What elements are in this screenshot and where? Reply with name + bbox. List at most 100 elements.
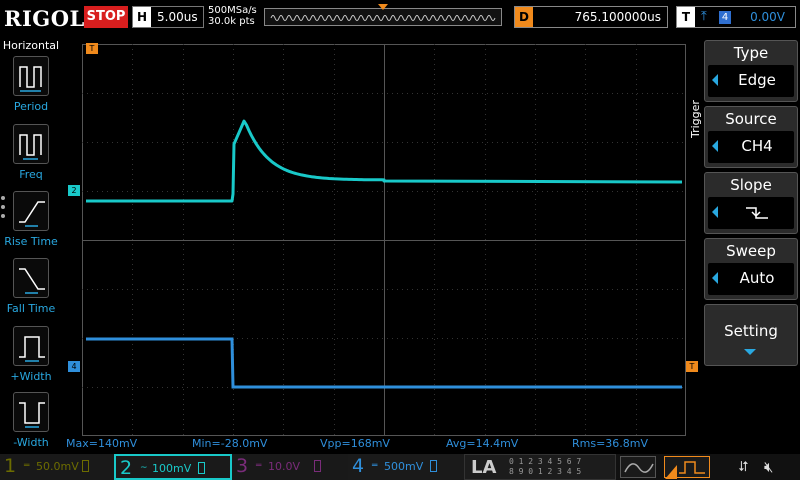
bandwidth-icon — [314, 460, 321, 472]
ch3-number: 3 — [236, 455, 249, 477]
ch4-scale: 500mV — [384, 460, 424, 473]
slope-label: Slope — [730, 176, 772, 194]
measure-neg-width-button[interactable]: -Width — [0, 392, 62, 456]
fall-time-icon — [13, 258, 49, 298]
falling-edge-icon — [722, 203, 792, 226]
channel-4-button[interactable]: 4 ═ 500mV — [348, 454, 464, 480]
memory-depth: 30.0k pts — [208, 16, 255, 27]
left-arrow-icon — [712, 206, 718, 218]
pos-width-label: +Width — [10, 370, 52, 383]
top-status-bar: RIGOL STOP H 5.00us 500MSa/s 30.0k pts D… — [0, 0, 800, 36]
trigger-menu: Trigger Type Edge Source CH4 Slope Sweep… — [686, 36, 800, 454]
trigger-type-button[interactable]: Type Edge — [704, 40, 798, 102]
setting-label: Setting — [724, 322, 778, 340]
usb-icon: ⮃ — [738, 459, 750, 475]
channel-2-button[interactable]: 2 ~ 100mV — [114, 454, 232, 480]
ch2-scale: 100mV — [152, 462, 192, 475]
timebase-box[interactable]: H 5.00us — [132, 6, 204, 28]
left-menu-title: Horizontal — [2, 39, 60, 52]
neg-width-icon — [13, 392, 49, 432]
left-arrow-icon — [712, 272, 718, 284]
sweep-label: Sweep — [726, 242, 776, 260]
source-label: Source — [725, 110, 777, 128]
measure-vpp: Vpp=168mV — [320, 437, 390, 450]
left-arrow-icon — [712, 74, 718, 86]
freq-label: Freq — [19, 168, 43, 181]
trigger-slope-button[interactable]: Slope — [704, 172, 798, 234]
sample-rate: 500MSa/s — [208, 5, 257, 16]
dc-coupling-icon: ═ — [256, 461, 262, 471]
measure-fall-time-button[interactable]: Fall Time — [0, 258, 62, 322]
source-2-button[interactable] — [664, 456, 710, 479]
run-stop-indicator[interactable]: STOP — [84, 6, 128, 28]
rise-time-label: Rise Time — [4, 235, 58, 248]
waveform-display[interactable]: T 2 4 T — [68, 43, 698, 436]
dc-coupling-icon: ═ — [372, 461, 378, 471]
memory-waveform-icon — [270, 15, 496, 21]
trigger-type-value: Edge — [738, 71, 776, 89]
square-wave-icon — [665, 461, 705, 479]
measure-rms: Rms=36.8mV — [572, 437, 649, 450]
measure-max: Max=140mV — [66, 437, 138, 450]
ch4-offset-marker[interactable]: 4 — [68, 361, 80, 372]
sine-wave-icon — [624, 463, 654, 473]
delay-box[interactable]: D 765.100000us — [514, 6, 668, 28]
bandwidth-icon — [430, 460, 437, 472]
la-channel-grid: 0 1 2 3 4 5 6 7 8 9 0 1 2 3 4 5 — [509, 457, 582, 476]
trigger-position-marker — [378, 4, 388, 10]
type-label: Type — [733, 44, 769, 62]
measure-pos-width-button[interactable]: +Width — [0, 326, 62, 390]
measure-min: Min=-28.0mV — [192, 437, 268, 450]
freq-icon — [13, 124, 49, 164]
ch4-number: 4 — [352, 455, 365, 477]
measure-avg: Avg=14.4mV — [446, 437, 519, 450]
trigger-tag: T — [677, 7, 695, 27]
ch2-offset-marker[interactable]: 2 — [68, 185, 80, 196]
brand-logo: RIGOL — [4, 6, 85, 31]
ch3-scale: 10.0V — [268, 460, 301, 473]
trigger-tab-label: Trigger — [689, 100, 702, 138]
rise-time-icon — [13, 191, 49, 231]
period-icon — [13, 56, 49, 96]
trigger-source-button[interactable]: Source CH4 — [704, 106, 798, 168]
left-arrow-icon — [712, 140, 718, 152]
measurement-bar: Max=140mV Min=-28.0mV Vpp=168mV Avg=14.4… — [62, 436, 686, 452]
horizontal-measure-menu: Horizontal Period Freq Rise Time Fall Ti… — [0, 36, 62, 454]
logic-analyzer-button[interactable]: LA 0 1 2 3 4 5 6 7 8 9 0 1 2 3 4 5 — [464, 454, 616, 480]
channel-3-button[interactable]: 3 ═ 10.0V — [232, 454, 348, 480]
trigger-status-box[interactable]: T ⤒ 4 0.00V — [676, 6, 796, 28]
ac-coupling-icon: ~ — [140, 463, 148, 473]
fall-time-label: Fall Time — [6, 302, 56, 315]
dc-coupling-icon: ═ — [24, 461, 30, 471]
delay-tag: D — [515, 7, 533, 27]
timebase-scale: 5.00us — [157, 10, 198, 24]
bandwidth-icon — [82, 460, 89, 472]
trigger-position-tag: T — [86, 43, 98, 54]
period-label: Period — [13, 100, 49, 113]
trigger-level: 0.00V — [750, 10, 785, 24]
bandwidth-icon — [198, 462, 205, 474]
trigger-source-value: CH4 — [741, 137, 773, 155]
channel-1-button[interactable]: 1 ═ 50.0mV — [0, 454, 116, 480]
down-arrow-icon — [744, 349, 756, 355]
ch1-number: 1 — [4, 455, 17, 477]
trigger-menu-tab: Trigger — [688, 76, 702, 156]
delay-value: 765.100000us — [574, 10, 661, 24]
channel-bar: 1 ═ 50.0mV 2 ~ 100mV 3 ═ 10.0V 4 ═ 500mV… — [0, 454, 800, 480]
trigger-sweep-button[interactable]: Sweep Auto — [704, 238, 798, 300]
graticule — [82, 44, 686, 436]
source-1-button[interactable] — [620, 456, 656, 478]
trigger-source-badge: 4 — [719, 11, 731, 24]
measure-period-button[interactable]: Period — [0, 56, 62, 120]
memory-overview[interactable] — [264, 8, 502, 26]
la-label: LA — [471, 457, 497, 478]
speaker-mute-icon[interactable]: 🔇︎ — [764, 458, 773, 476]
horizontal-tag: H — [133, 7, 151, 27]
trigger-setting-button[interactable]: Setting — [704, 304, 798, 366]
acquisition-info: 500MSa/s 30.0k pts — [208, 5, 257, 27]
measure-freq-button[interactable]: Freq — [0, 124, 62, 188]
rising-edge-icon: ⤒ — [701, 9, 707, 24]
neg-width-label: -Width — [13, 436, 49, 449]
ch2-number: 2 — [120, 457, 133, 479]
measure-rise-time-button[interactable]: Rise Time — [0, 191, 62, 255]
